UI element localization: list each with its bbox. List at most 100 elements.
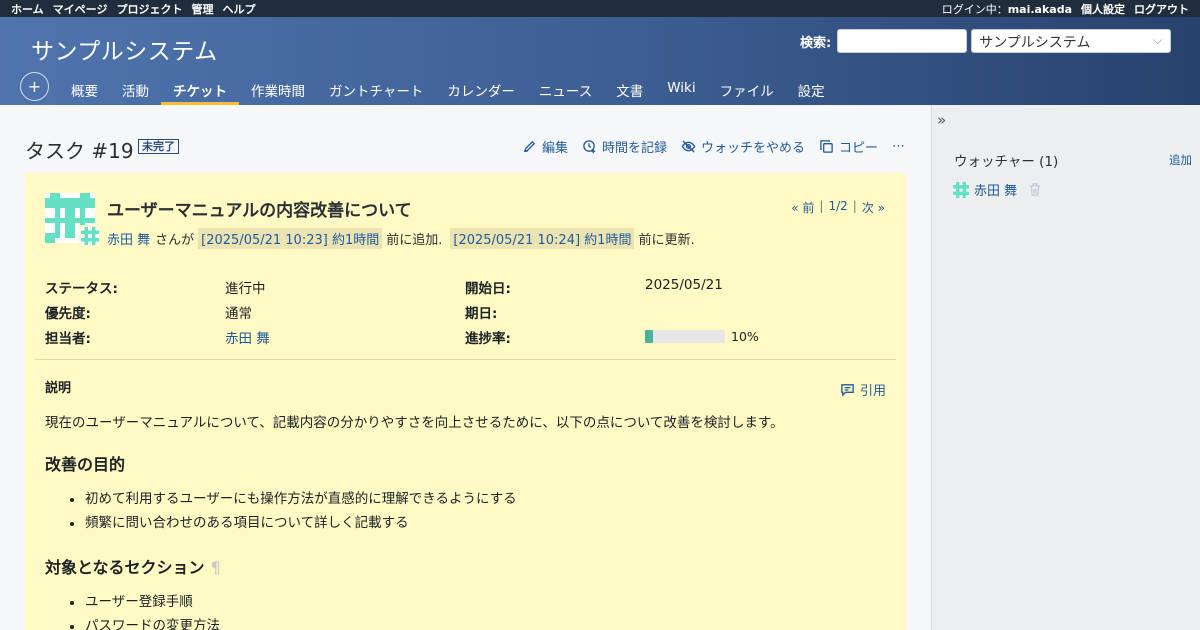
due-date-label: 期日: bbox=[465, 306, 498, 322]
search-input[interactable] bbox=[837, 29, 968, 53]
pilcrow-anchor-icon[interactable]: ¶ bbox=[211, 558, 221, 577]
tab-calendar[interactable]: カレンダー bbox=[435, 72, 527, 105]
search-label: 検索: bbox=[800, 35, 832, 51]
nav-separator: | bbox=[819, 199, 824, 213]
tab-issues[interactable]: チケット bbox=[161, 72, 239, 105]
quick-search: 検索: サンプルシステム ⌵ bbox=[800, 29, 1172, 53]
sections-heading: 対象となるセクション ¶ bbox=[45, 554, 221, 578]
updated-time-link[interactable]: [2025/05/21 10:24] 約1時間 bbox=[450, 228, 635, 249]
top-menu: ホーム マイページ プロジェクト 管理 ヘルプ ログイン中：mai.akada … bbox=[0, 0, 1200, 17]
top-menu-left: ホーム マイページ プロジェクト 管理 ヘルプ bbox=[11, 1, 255, 17]
priority-value: 通常 bbox=[225, 306, 252, 322]
top-link-home[interactable]: ホーム bbox=[11, 1, 44, 17]
status-badge: 未完了 bbox=[138, 139, 179, 154]
assignee-label: 担当者: bbox=[45, 331, 91, 347]
add-watcher-link[interactable]: 追加 bbox=[1169, 152, 1192, 168]
username-link[interactable]: mai.akada bbox=[1008, 3, 1072, 16]
project-jump-select[interactable]: サンプルシステム ⌵ bbox=[971, 29, 1172, 53]
unwatch-label: ウォッチをやめる bbox=[700, 141, 805, 156]
sidebar: » ウォッチャー (1) 追加 赤田 舞 bbox=[931, 105, 1200, 630]
login-label: ログイン中： bbox=[941, 3, 1008, 16]
sections-heading-text: 対象となるセクション bbox=[45, 558, 205, 577]
copy-button[interactable]: コピー bbox=[819, 137, 878, 156]
nav-separator: | bbox=[852, 199, 857, 213]
top-link-mypage[interactable]: マイページ bbox=[53, 1, 108, 17]
new-object-plus-icon[interactable]: + bbox=[20, 72, 49, 101]
sections-list: ユーザー登録手順 パスワードの変更方法 bbox=[70, 590, 220, 630]
copy-icon bbox=[820, 140, 833, 153]
logout-link[interactable]: ログアウト bbox=[1134, 1, 1189, 17]
main-content: タスク #19 未完了 編集 時間を記録 ウォッチをやめる コピー ⋯ ユーザー… bbox=[0, 105, 931, 630]
created-suffix: 前に追加. bbox=[386, 233, 443, 248]
quote-button[interactable]: 引用 bbox=[840, 380, 886, 399]
main-menu: + 概要 活動 チケット 作業時間 ガントチャート カレンダー ニュース 文書 … bbox=[20, 72, 837, 105]
quote-label: 引用 bbox=[859, 384, 886, 399]
progress-value: 10% bbox=[731, 329, 759, 344]
issue-details: ユーザーマニュアルの内容改善について « 前 | 1/2 | 次 » 赤田 舞 … bbox=[25, 173, 906, 630]
edit-button[interactable]: 編集 bbox=[522, 137, 568, 156]
issue-title: タスク #19 bbox=[25, 139, 134, 163]
divider bbox=[35, 359, 896, 360]
project-title[interactable]: サンプルシステム bbox=[31, 32, 218, 66]
top-link-projects[interactable]: プロジェクト bbox=[116, 1, 182, 17]
list-item: ユーザー登録手順 bbox=[70, 590, 220, 614]
tab-overview[interactable]: 概要 bbox=[59, 72, 110, 105]
logged-as: ログイン中：mai.akada bbox=[942, 1, 1072, 17]
account-menu: ログイン中：mai.akada 個人設定 ログアウト bbox=[942, 1, 1189, 17]
start-date-value: 2025/05/21 bbox=[645, 277, 723, 293]
description-text: 現在のユーザーマニュアルについて、記載内容の分かりやすさを向上させるために、以下… bbox=[45, 415, 784, 431]
chevron-down-icon: ⌵ bbox=[1153, 33, 1163, 47]
issue-position[interactable]: 1/2 bbox=[828, 199, 847, 216]
author-line: 赤田 舞 さんが [2025/05/21 10:23] 約1時間 前に追加. [… bbox=[107, 228, 695, 249]
comment-icon bbox=[841, 384, 854, 397]
author-by: さんが bbox=[155, 233, 195, 248]
next-issue-link[interactable]: 次 » bbox=[862, 199, 885, 216]
list-item: 頻繁に問い合わせのある項目について詳しく記載する bbox=[70, 511, 517, 535]
author-avatar[interactable] bbox=[79, 225, 101, 247]
priority-label: 優先度: bbox=[45, 306, 91, 322]
eye-off-icon bbox=[681, 140, 696, 153]
watcher-link[interactable]: 赤田 舞 bbox=[974, 180, 1017, 199]
top-link-help[interactable]: ヘルプ bbox=[222, 1, 255, 17]
tab-settings[interactable]: 設定 bbox=[786, 72, 837, 105]
author-link[interactable]: 赤田 舞 bbox=[107, 229, 150, 248]
my-account-link[interactable]: 個人設定 bbox=[1081, 1, 1125, 17]
watcher-avatar bbox=[953, 181, 969, 198]
created-time-link[interactable]: [2025/05/21 10:23] 約1時間 bbox=[198, 228, 383, 249]
header: サンプルシステム 検索: サンプルシステム ⌵ + 概要 活動 チケット 作業時… bbox=[0, 17, 1200, 105]
log-time-label: 時間を記録 bbox=[601, 141, 667, 156]
issue-subject: ユーザーマニュアルの内容改善について bbox=[107, 201, 412, 221]
prev-issue-link[interactable]: « 前 bbox=[791, 199, 814, 216]
description-heading: 説明 bbox=[45, 381, 72, 396]
status-label: ステータス: bbox=[45, 281, 118, 297]
tab-documents[interactable]: 文書 bbox=[604, 72, 655, 105]
log-time-button[interactable]: 時間を記録 bbox=[582, 137, 667, 156]
tab-files[interactable]: ファイル bbox=[708, 72, 786, 105]
list-item: パスワードの変更方法 bbox=[70, 614, 220, 630]
issue-actions: 編集 時間を記録 ウォッチをやめる コピー ⋯ bbox=[522, 137, 905, 156]
watchers-heading: ウォッチャー (1) bbox=[954, 154, 1059, 170]
start-date-label: 開始日: bbox=[465, 281, 511, 297]
tab-gantt[interactable]: ガントチャート bbox=[317, 72, 435, 105]
more-actions-icon[interactable]: ⋯ bbox=[892, 139, 905, 154]
progress-bar bbox=[645, 330, 725, 343]
trash-icon[interactable] bbox=[1028, 182, 1042, 197]
progress-fill bbox=[645, 330, 653, 343]
progress-label: 進捗率: bbox=[465, 331, 511, 347]
tab-wiki[interactable]: Wiki bbox=[655, 72, 707, 105]
copy-label: コピー bbox=[838, 141, 878, 156]
project-jump-value: サンプルシステム bbox=[979, 35, 1091, 51]
unwatch-button[interactable]: ウォッチをやめる bbox=[681, 137, 805, 156]
clock-plus-icon bbox=[583, 140, 596, 154]
sidebar-toggle-icon[interactable]: » bbox=[937, 111, 946, 129]
tab-news[interactable]: ニュース bbox=[527, 72, 604, 105]
watcher-item: 赤田 舞 bbox=[953, 180, 1042, 199]
assignee-link[interactable]: 赤田 舞 bbox=[225, 327, 270, 347]
tab-time-entries[interactable]: 作業時間 bbox=[239, 72, 317, 105]
goal-heading: 改善の目的 bbox=[45, 455, 126, 474]
goal-list: 初めて利用するユーザーにも操作方法が直感的に理解できるようにする 頻繁に問い合わ… bbox=[70, 487, 517, 535]
issue-navigation: « 前 | 1/2 | 次 » bbox=[791, 199, 885, 216]
top-link-admin[interactable]: 管理 bbox=[191, 1, 213, 17]
status-value: 進行中 bbox=[225, 281, 266, 297]
tab-activity[interactable]: 活動 bbox=[110, 72, 161, 105]
